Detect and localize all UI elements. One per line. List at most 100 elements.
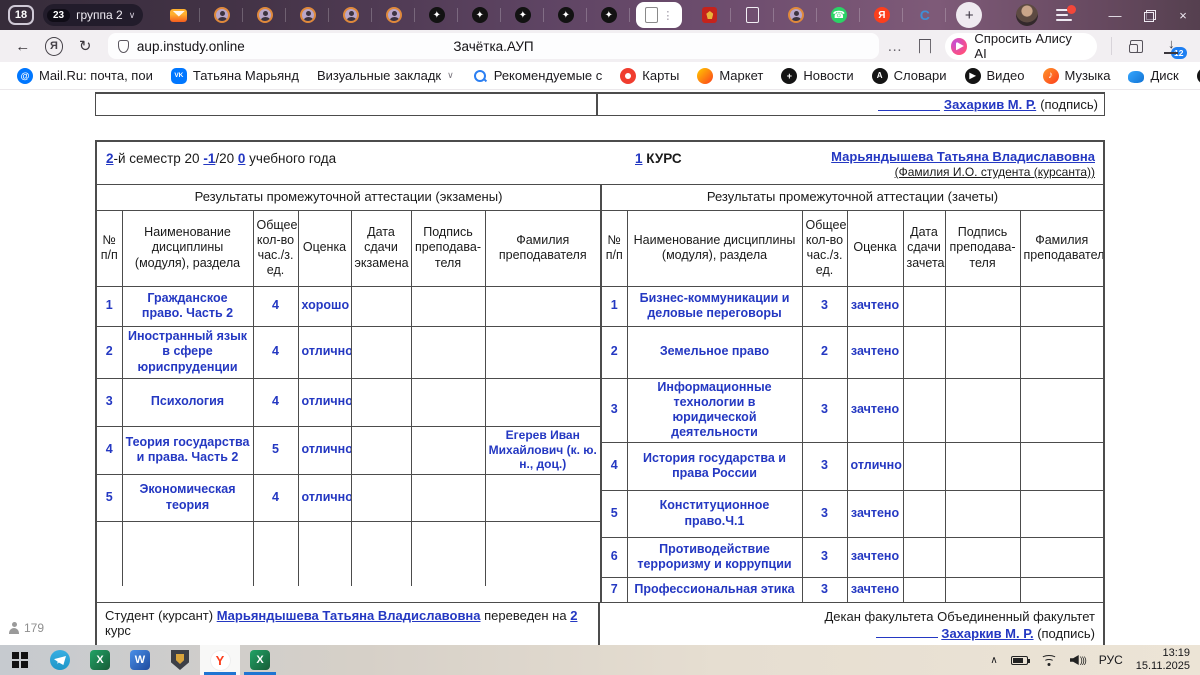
tab-kontur[interactable]: C	[903, 0, 946, 30]
cell-empty	[411, 426, 485, 474]
address-bar[interactable]: aup.instudy.online Зачётка.АУП	[108, 33, 879, 59]
downloads-icon[interactable]: ↓12	[1162, 38, 1180, 54]
table-header-row: 2-й семестр 20 -1/20 0 учебного года 1 К…	[97, 142, 1103, 185]
cell-empty	[945, 490, 1020, 537]
window-controls: — ×	[1016, 0, 1200, 30]
back-button[interactable]: ←	[8, 38, 38, 55]
bookmark-vk[interactable]: VKТатьяна Марьянд	[164, 65, 306, 87]
person-icon	[8, 622, 20, 634]
cell-empty	[1020, 378, 1103, 442]
start-button[interactable]	[0, 645, 40, 675]
semester-line: 2-й семестр 20 -1/20 0 учебного года	[106, 151, 336, 166]
bookmark-yandex[interactable]: +Яндекс	[1190, 65, 1200, 87]
cell-empty	[945, 577, 1020, 602]
credits-half: Результаты промежуточной аттестации (зач…	[600, 185, 1103, 602]
cell-empty	[945, 326, 1020, 378]
whatsapp-icon: ☎	[831, 7, 847, 23]
taskbar-telegram[interactable]	[40, 645, 80, 675]
bookmark-video[interactable]: ▶Видео	[958, 65, 1032, 87]
tab-profile[interactable]	[243, 0, 286, 30]
table-row: 5Экономическая теория4отлично	[97, 474, 600, 521]
bookmark-recommended[interactable]: Рекомендуемые с	[465, 65, 610, 87]
more-icon[interactable]: …	[887, 38, 903, 55]
tab-yandex[interactable]: Я	[860, 0, 903, 30]
signature-blank	[878, 98, 940, 111]
ask-alice-button[interactable]: Спросить Алису AI	[945, 33, 1097, 60]
avatar-icon	[788, 7, 804, 23]
taskbar-emblem-app[interactable]	[160, 645, 200, 675]
tab-alice[interactable]: ✦	[501, 0, 544, 30]
avatar-icon	[386, 7, 402, 23]
new-tab-button[interactable]: +	[956, 2, 982, 28]
speaker-icon[interactable]: )))	[1070, 655, 1086, 665]
notification-dot	[1067, 5, 1076, 14]
bookmark-maps[interactable]: Карты	[613, 65, 686, 87]
wifi-icon[interactable]	[1041, 655, 1057, 666]
yandex-icon: Я	[874, 7, 890, 23]
table-row: 6Противодействие терроризму и коррупции3…	[602, 537, 1103, 577]
tab-gov[interactable]	[688, 0, 731, 30]
tab-profile[interactable]	[200, 0, 243, 30]
taskbar-excel[interactable]: X	[80, 645, 120, 675]
music-note-icon: ♪	[1043, 68, 1059, 84]
dean-signature-line: Захаркив М. Р. (подпись)	[598, 94, 1104, 115]
tab-menu-icon[interactable]: ⋮	[662, 9, 673, 22]
shield-icon[interactable]	[118, 40, 129, 53]
sparkle-icon: ✦	[601, 7, 617, 23]
cell-empty	[903, 442, 945, 490]
cell-empty	[96, 94, 598, 115]
tab-document[interactable]	[731, 0, 774, 30]
language-indicator[interactable]: РУС	[1099, 653, 1123, 667]
tab-mail[interactable]	[157, 0, 200, 30]
taskbar-yandex-browser[interactable]: Y	[200, 645, 240, 675]
bookmark-folder-visual[interactable]: Визуальные закладк∨	[310, 65, 461, 86]
tab-group-count: 23	[47, 9, 70, 22]
bookmark-disk[interactable]: Диск	[1121, 65, 1185, 86]
minimize-button[interactable]: —	[1098, 0, 1132, 30]
active-tab[interactable]: ⋮	[636, 2, 682, 28]
bookmark-market[interactable]: Маркет	[690, 65, 770, 87]
battery-icon[interactable]	[1011, 656, 1028, 665]
table-row: 4Теория государства и права. Часть 25отл…	[97, 426, 600, 474]
bookmark-mailru[interactable]: @Mail.Ru: почта, пои	[10, 65, 160, 87]
tab-alice[interactable]: ✦	[458, 0, 501, 30]
reload-button[interactable]: ↻	[70, 37, 100, 55]
table-footer-row: Студент (курсант) Марьяндышева Татьяна В…	[97, 602, 1103, 647]
tab-counter-button[interactable]: 18	[8, 5, 34, 25]
url-text[interactable]: aup.instudy.online	[137, 39, 245, 54]
credits-section-title: Результаты промежуточной аттестации (зач…	[602, 185, 1103, 210]
tab-alice[interactable]: ✦	[544, 0, 587, 30]
document-icon	[746, 7, 759, 23]
close-button[interactable]: ×	[1166, 0, 1200, 30]
tab-profile[interactable]	[286, 0, 329, 30]
tray-expand-icon[interactable]: ∧	[990, 655, 997, 666]
clock[interactable]: 13:19 15.11.2025	[1136, 647, 1190, 673]
bookmark-dictionaries[interactable]: АСловари	[865, 65, 954, 87]
tab-alice[interactable]: ✦	[415, 0, 458, 30]
cell-empty	[351, 474, 411, 521]
exams-half: Результаты промежуточной аттестации (экз…	[97, 185, 600, 602]
browser-menu-icon[interactable]	[1056, 9, 1072, 21]
exams-section-title: Результаты промежуточной аттестации (экз…	[97, 185, 600, 210]
tab-profile[interactable]	[774, 0, 817, 30]
mail-envelope-icon	[170, 9, 187, 22]
tab-profile[interactable]	[329, 0, 372, 30]
cell-empty	[1020, 490, 1103, 537]
yandex-home-button[interactable]: Я	[45, 37, 64, 56]
tab-whatsapp[interactable]: ☎	[817, 0, 860, 30]
sparkle-icon: ✦	[515, 7, 531, 23]
taskbar-word[interactable]: W	[120, 645, 160, 675]
bookmark-icon[interactable]	[919, 39, 931, 54]
tab-strip: ✦ ✦ ✦ ✦ ✦ ⋮ ☎ Я C	[157, 0, 946, 30]
side-panels-icon[interactable]	[1129, 40, 1144, 53]
student-name-block: Марьяндышева Татьяна Владиславовна (Фами…	[831, 149, 1095, 180]
restore-button[interactable]	[1132, 0, 1166, 30]
bookmark-news[interactable]: +Новости	[774, 65, 860, 87]
tab-profile[interactable]	[372, 0, 415, 30]
tab-group[interactable]: 23 группа 2 ∨	[43, 4, 143, 26]
bookmark-music[interactable]: ♪Музыка	[1036, 65, 1118, 87]
user-avatar[interactable]	[1016, 4, 1038, 26]
student-transfer-line: Студент (курсант) Марьяндышева Татьяна В…	[97, 603, 600, 647]
tab-alice[interactable]: ✦	[587, 0, 630, 30]
taskbar-excel-running[interactable]: X	[240, 645, 280, 675]
